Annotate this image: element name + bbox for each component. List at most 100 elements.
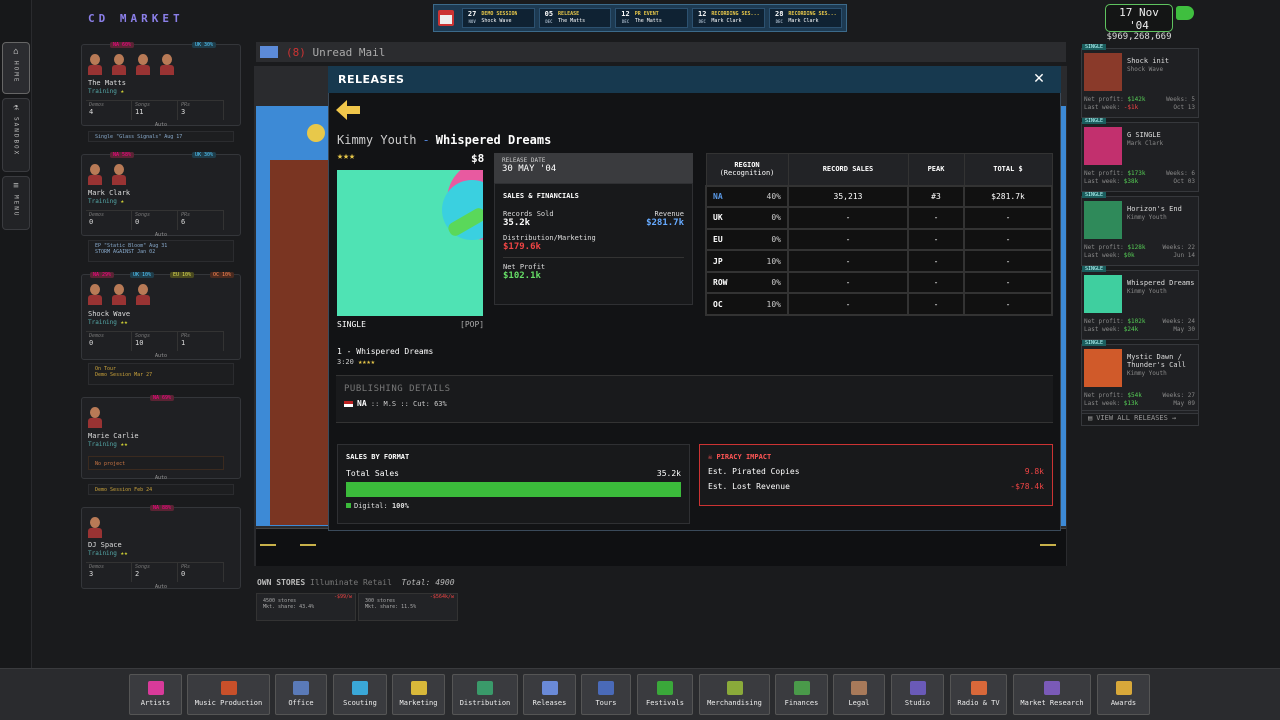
- status-text: Training: [88, 441, 117, 448]
- calendar-event[interactable]: 12 DEC PR EVENT The Matts: [615, 8, 688, 28]
- brand-title: CD MARKET: [88, 12, 184, 25]
- release-heading: Kimmy Youth - Whispered Dreams: [337, 133, 551, 147]
- nav-music-production[interactable]: Music Production: [187, 674, 270, 715]
- market-research-icon: [1044, 681, 1060, 695]
- modal-title: RELEASES: [338, 73, 405, 86]
- nav-sandbox[interactable]: ⚗ SANDBOX: [2, 98, 30, 172]
- event-type: PR EVENT: [634, 11, 659, 17]
- record-sales-cell: -: [787, 227, 909, 252]
- net-profit-label: Net profit:: [1084, 392, 1124, 399]
- stat-demos: Demos 4: [86, 101, 132, 120]
- mail-bar[interactable]: (8) Unread Mail: [256, 42, 1066, 62]
- nav-scouting[interactable]: Scouting: [333, 674, 387, 715]
- event-type: RECORDING SES...: [711, 11, 759, 17]
- stat-value: 2: [135, 570, 140, 578]
- nav-studio[interactable]: Studio: [891, 674, 944, 715]
- region-pill: NA 58%: [110, 152, 135, 158]
- avatar: [86, 516, 104, 538]
- region-cell: UK 0%: [705, 206, 789, 230]
- lost-revenue-label: Est. Lost Revenue: [708, 482, 790, 491]
- nav-legal[interactable]: Legal: [833, 674, 885, 715]
- calendar-event[interactable]: 12 DEC RECORDING SES... Mark Clark: [691, 8, 765, 28]
- publishing-row: NA :: M.S :: Cut: 63%: [344, 399, 1045, 408]
- nav-home[interactable]: ⌂ HOME: [2, 42, 30, 94]
- tours-icon: [598, 681, 614, 695]
- store-card[interactable]: 300 stores Mkt. share: 11.5% -$564k/w: [358, 593, 458, 621]
- advance-time-hand-icon[interactable]: [1176, 6, 1194, 20]
- release-card[interactable]: SINGLE Mystic Dawn / Thunder's Call Kimmy …: [1081, 340, 1199, 414]
- nav-festivals[interactable]: Festivals: [637, 674, 693, 715]
- artist-card[interactable]: NA 29% UK 10% EU 10% OC 10% Shock Wave T…: [81, 272, 241, 360]
- nav-merchandising[interactable]: Merchandising: [699, 674, 770, 715]
- digital-label: Digital:: [354, 502, 388, 510]
- artist-name: Marie Carlie: [88, 432, 139, 440]
- nav-tours[interactable]: Tours: [581, 674, 631, 715]
- stat-value: 10: [135, 339, 144, 347]
- auto-toggle[interactable]: Auto: [82, 232, 240, 238]
- auto-toggle[interactable]: Auto: [82, 475, 240, 481]
- nav-releases[interactable]: Releases: [523, 674, 576, 715]
- nav-distribution[interactable]: Distribution: [452, 674, 518, 715]
- nav-radio-tv[interactable]: Radio & TV: [950, 674, 1007, 715]
- back-arrow-icon[interactable]: [336, 99, 360, 121]
- stat-demos: Demos 0: [86, 332, 132, 351]
- release-date-value: 30 MAY '04: [502, 164, 557, 174]
- weeks-label: Weeks:: [1166, 96, 1188, 103]
- awards-icon: [1115, 681, 1132, 695]
- store-card[interactable]: 4500 stores Mkt. share: 43.4% -$99/w: [256, 593, 356, 621]
- artists-icon: [147, 681, 164, 695]
- avatar: [110, 283, 128, 305]
- auto-toggle[interactable]: Auto: [82, 584, 240, 590]
- calendar-event[interactable]: 05 DEC RELEASE The Matts: [538, 8, 612, 28]
- rating-stars: ★★: [120, 550, 128, 557]
- nav-label: Distribution: [459, 699, 511, 707]
- mail-icon: [260, 46, 278, 58]
- artist-card[interactable]: NA 60% UK 30% The Matts Training ★ Demos…: [81, 42, 241, 128]
- weeks-value: 5: [1191, 96, 1195, 103]
- event-month: NOV: [468, 19, 476, 24]
- region-code: OC: [713, 299, 723, 309]
- weeks-label: Weeks:: [1162, 392, 1185, 399]
- stat-prs: PRs 6: [178, 211, 224, 230]
- status-text: Training: [88, 319, 117, 326]
- region-cell: EU 0%: [705, 227, 789, 252]
- mail-count: (8): [286, 45, 306, 59]
- calendar-event[interactable]: 28 DEC RECORDING SES... Mark Clark: [768, 8, 842, 28]
- date-money-display[interactable]: 17 Nov '04 $969,268,669: [1105, 4, 1173, 42]
- status-text: Training: [88, 198, 117, 205]
- nav-menu[interactable]: ≡ MENU: [2, 176, 30, 230]
- close-icon[interactable]: ✕: [1030, 70, 1048, 88]
- artist-card[interactable]: NA 69% Marie Carlie Training ★★ No proje…: [81, 395, 241, 481]
- artist-note: Demo Session Mar 27: [95, 372, 153, 378]
- nav-market-research[interactable]: Market Research: [1013, 674, 1091, 715]
- artist-card[interactable]: NA 58% UK 30% Mark Clark Training ★ Demo…: [81, 152, 241, 238]
- nav-awards[interactable]: Awards: [1097, 674, 1150, 715]
- distribution-value: $179.6k: [503, 242, 541, 252]
- region-sales-table: REGION (Recognition) RECORD SALES PEAK TO…: [705, 153, 1053, 317]
- region-code: EU: [713, 234, 723, 244]
- view-all-label: VIEW ALL RELEASES: [1096, 414, 1168, 422]
- nav-home-label: HOME: [12, 61, 20, 84]
- artist-card[interactable]: NA 88% DJ Space Training ★★ Demos 3 Songs 2…: [81, 505, 241, 590]
- calendar-icon[interactable]: [438, 10, 454, 26]
- release-card[interactable]: SINGLE Shock init Shock Wave Net profit: $1…: [1081, 44, 1199, 118]
- artist-name: The Matts: [88, 79, 126, 87]
- calendar-event[interactable]: 27 NOV DEMO SESSION Shock Wave: [461, 8, 535, 28]
- view-all-releases-button[interactable]: ▤ VIEW ALL RELEASES →: [1081, 410, 1199, 426]
- auto-toggle[interactable]: Auto: [82, 122, 240, 128]
- release-card[interactable]: SINGLE Whispered Dreams Kimmy Youth Net pro…: [1081, 266, 1199, 340]
- music-production-icon: [220, 681, 237, 695]
- nav-artists[interactable]: Artists: [129, 674, 182, 715]
- total-sales-value: 35.2k: [656, 469, 681, 478]
- nav-office[interactable]: Office: [275, 674, 327, 715]
- release-card[interactable]: SINGLE G SINGLE Mark Clark Net profit: $173…: [1081, 118, 1199, 192]
- records-sold-label: Records Sold: [503, 210, 554, 218]
- nav-marketing[interactable]: Marketing: [392, 674, 445, 715]
- peak-cell: -: [907, 270, 965, 295]
- total-cell: -: [963, 206, 1053, 230]
- nav-finances[interactable]: Finances: [775, 674, 828, 715]
- release-card[interactable]: SINGLE Horizon's End Kimmy Youth Net profit…: [1081, 192, 1199, 266]
- auto-toggle[interactable]: Auto: [82, 353, 240, 359]
- store-cost: -$564k/w: [429, 594, 454, 600]
- net-profit-value: $54k: [1127, 392, 1142, 399]
